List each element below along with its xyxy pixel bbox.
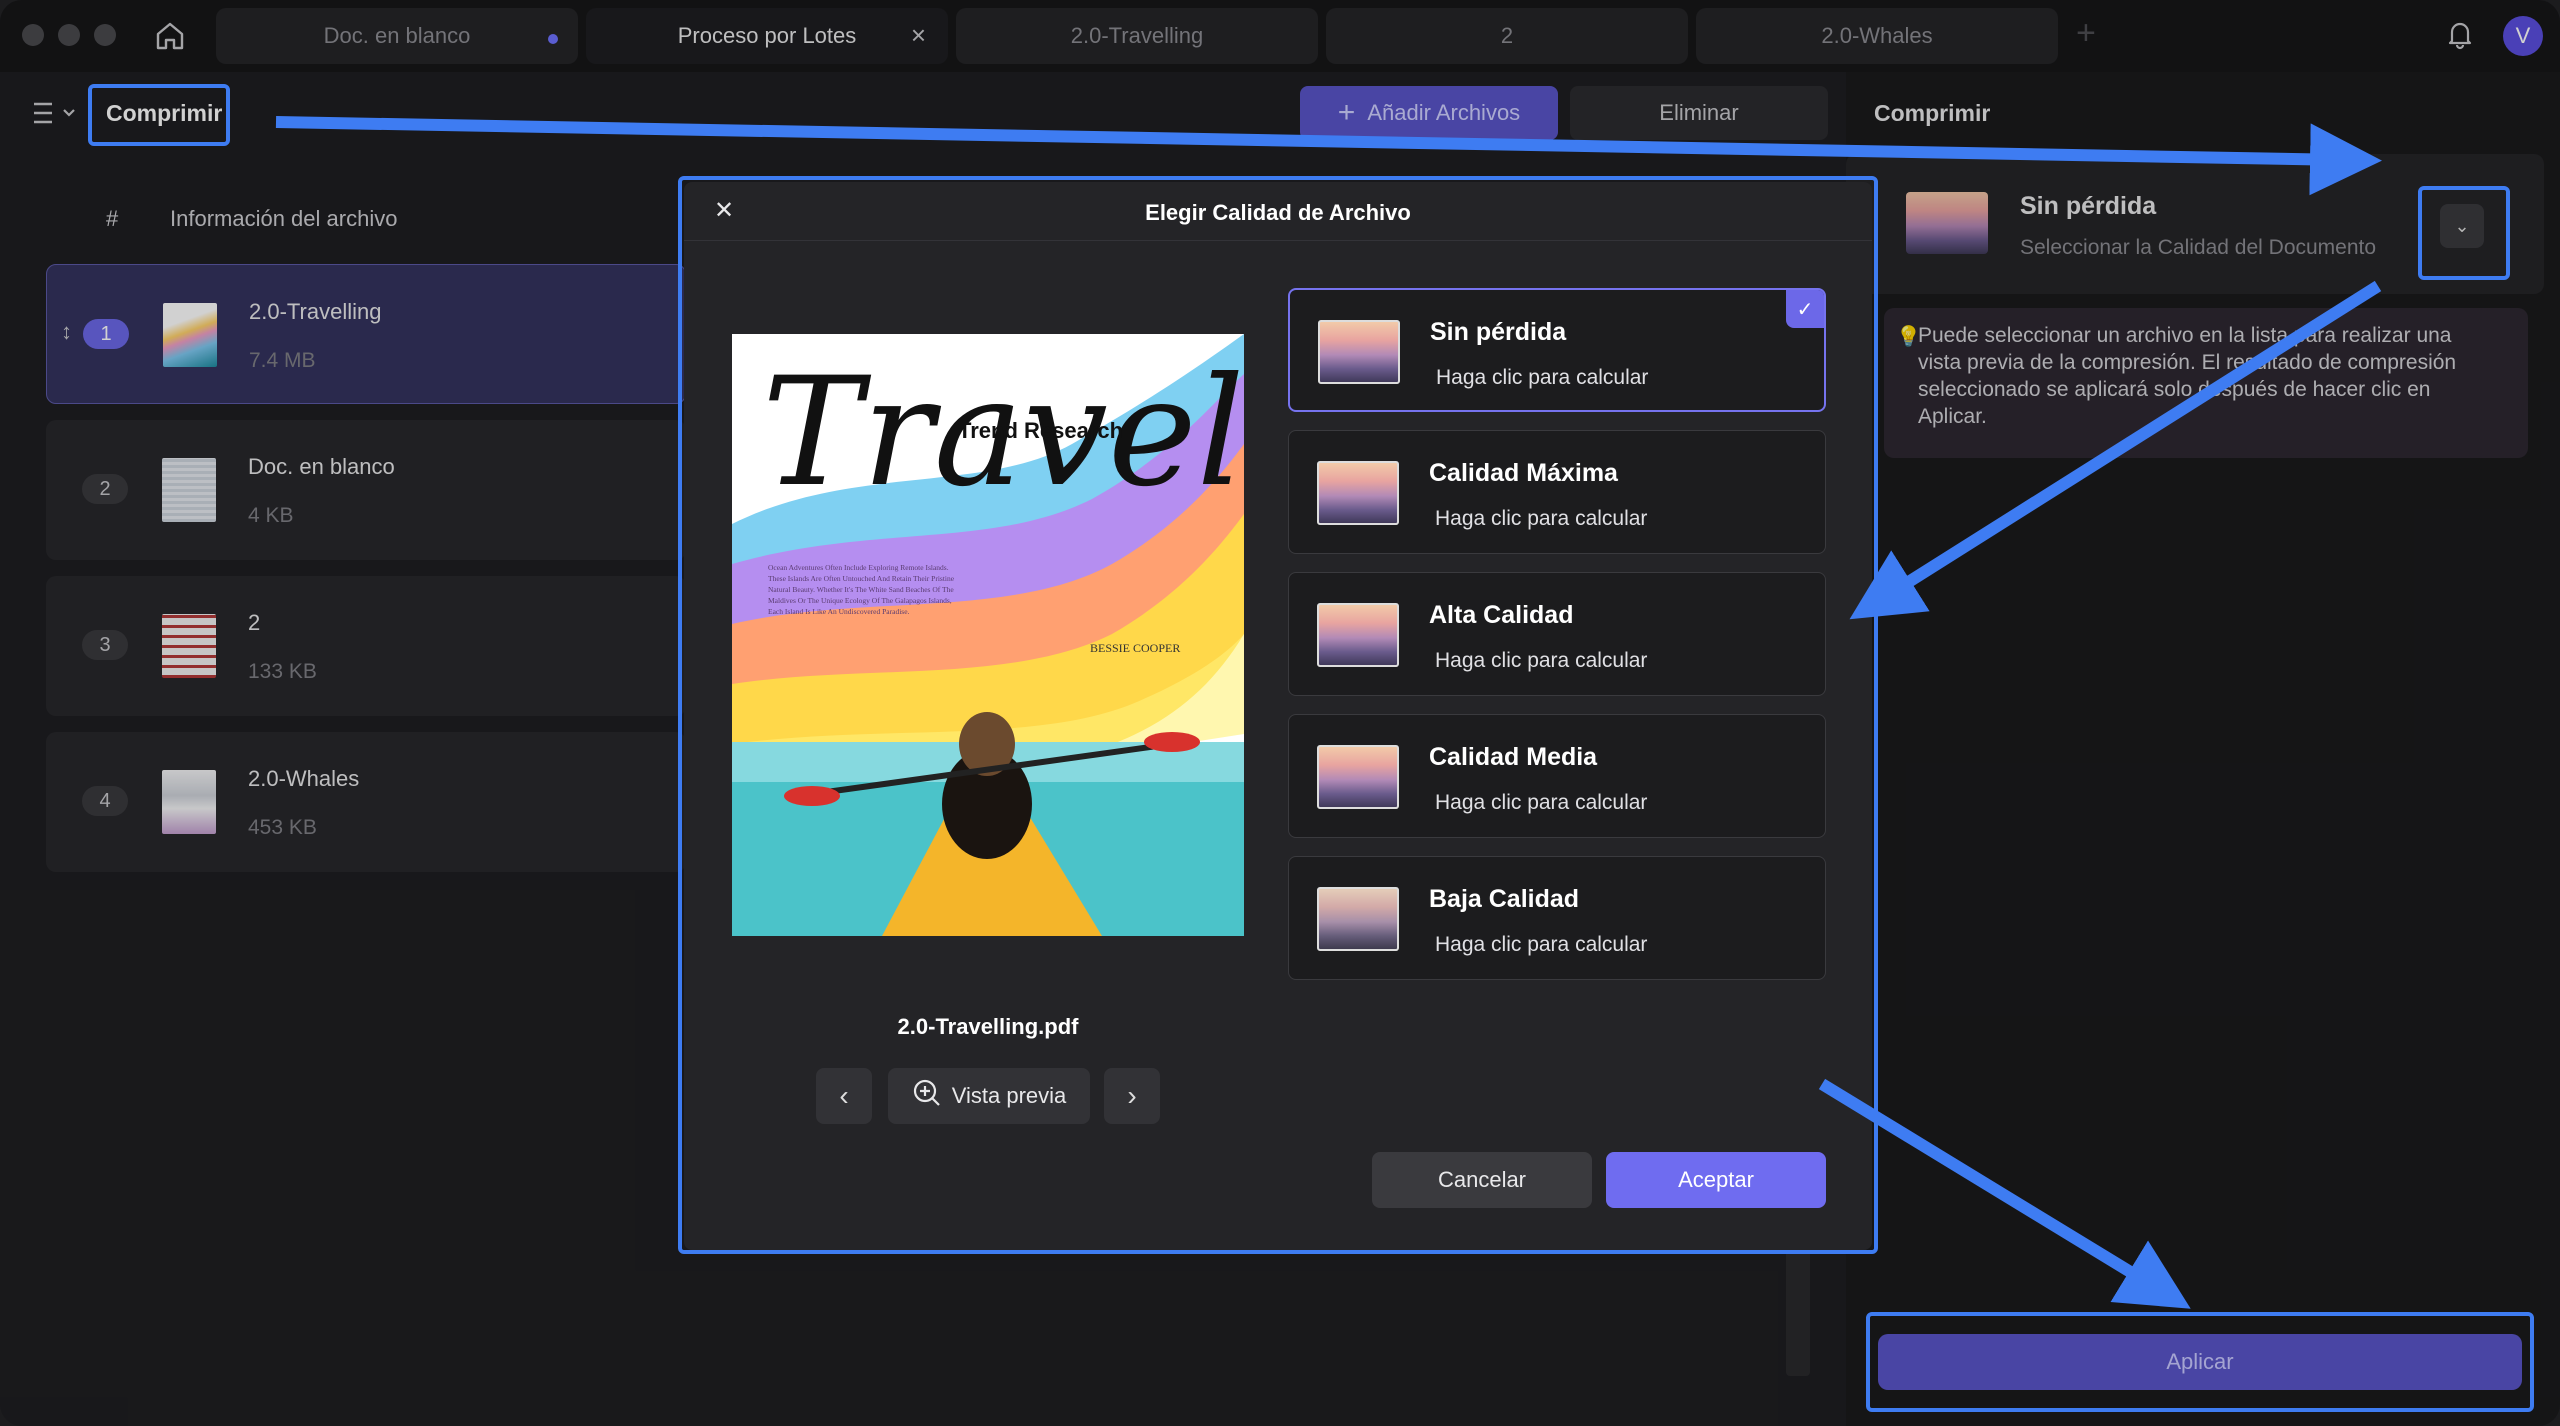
option-title: Calidad Media <box>1429 743 1598 771</box>
zoom-in-icon <box>912 1078 942 1114</box>
quality-option-medium[interactable]: Calidad Media Haga clic para calcular <box>1288 714 1826 838</box>
option-title: Alta Calidad <box>1429 601 1574 629</box>
chevron-right-icon: › <box>1127 1080 1137 1111</box>
next-page-button[interactable]: › <box>1104 1068 1160 1124</box>
option-title: Calidad Máxima <box>1429 459 1618 487</box>
preview-button[interactable]: Vista previa <box>888 1068 1090 1124</box>
preview-label: Vista previa <box>951 1083 1067 1108</box>
accept-button[interactable]: Aceptar <box>1606 1152 1826 1208</box>
quality-dialog: ✕ Elegir Calidad de Archivo Travel Trend… <box>684 182 1872 1250</box>
quality-option-low[interactable]: Baja Calidad Haga clic para calcular <box>1288 856 1826 980</box>
app-window: Doc. en blanco Proceso por Lotes × 2.0-T… <box>0 0 2560 1426</box>
option-subtitle: Haga clic para calcular <box>1435 791 1648 814</box>
quality-option-high[interactable]: Alta Calidad Haga clic para calcular <box>1288 572 1826 696</box>
option-subtitle: Haga clic para calcular <box>1436 366 1649 389</box>
option-subtitle: Haga clic para calcular <box>1435 933 1648 956</box>
cover-subtitle: Trend Research <box>958 418 1123 443</box>
option-thumbnail <box>1317 603 1399 667</box>
cover-author: BESSIE COOPER <box>1090 641 1180 655</box>
quality-option-lossless[interactable]: Sin pérdida Haga clic para calcular ✓ <box>1288 288 1826 412</box>
option-title: Sin pérdida <box>1430 318 1567 346</box>
document-preview: Travel Trend Research BESSIE COOPER Ocea… <box>732 334 1244 936</box>
option-thumbnail <box>1317 887 1399 951</box>
option-title: Baja Calidad <box>1429 885 1580 913</box>
cover-body: Ocean Adventures Often Include Exploring… <box>768 563 955 616</box>
cancel-button[interactable]: Cancelar <box>1372 1152 1592 1208</box>
option-subtitle: Haga clic para calcular <box>1435 507 1648 530</box>
option-thumbnail <box>1318 320 1400 384</box>
checkmark-icon: ✓ <box>1786 290 1824 328</box>
previous-page-button[interactable]: ‹ <box>816 1068 872 1124</box>
divider <box>684 240 1872 241</box>
chevron-left-icon: ‹ <box>839 1080 849 1111</box>
option-thumbnail <box>1317 745 1399 809</box>
quality-option-maximum[interactable]: Calidad Máxima Haga clic para calcular <box>1288 430 1826 554</box>
file-name-label: 2.0-Travelling.pdf <box>897 1014 1079 1039</box>
dialog-title: Elegir Calidad de Archivo <box>1145 200 1411 225</box>
option-subtitle: Haga clic para calcular <box>1435 649 1648 672</box>
option-thumbnail <box>1317 461 1399 525</box>
